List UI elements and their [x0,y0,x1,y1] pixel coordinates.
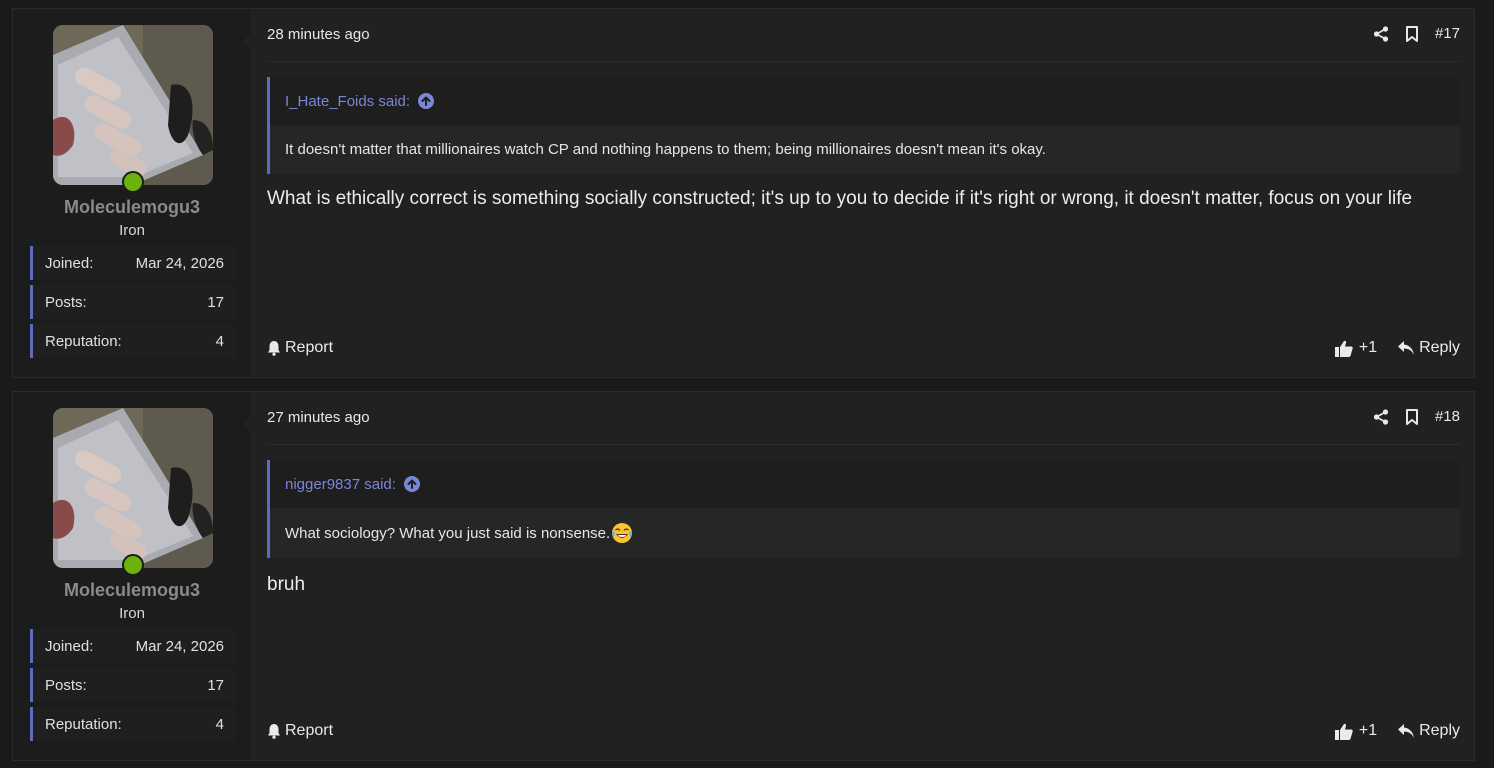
thumbs-up-icon [1334,723,1353,740]
stat-joined: Joined: Mar 24, 2026 [30,246,236,280]
stat-value: 17 [207,293,224,311]
stat-label: Reputation: [45,715,122,733]
stat-label: Posts: [45,676,87,694]
post-main: 27 minutes ago #18 nigger9837 said: What… [267,392,1460,760]
avatar[interactable] [53,408,213,568]
panel-arrow [243,414,253,434]
stat-reputation: Reputation: 4 [30,324,236,358]
reply-icon [1397,340,1415,356]
username[interactable]: Moleculemogu3 [13,580,251,601]
quote-content: It doesn't matter that millionaires watc… [285,141,1046,158]
post-message: What is ethically correct is something s… [267,188,1413,209]
quote-block: nigger9837 said: What sociology? What yo… [267,460,1460,558]
user-panel: Moleculemogu3 Iron Joined: Mar 24, 2026 … [13,9,253,377]
user-title: Iron [119,605,145,622]
share-icon[interactable] [1373,25,1389,42]
post: Moleculemogu3 Iron Joined: Mar 24, 2026 … [12,8,1475,378]
bell-icon [267,340,281,356]
stat-value: Mar 24, 2026 [135,254,224,272]
reply-label: Reply [1419,339,1460,356]
stat-posts: Posts: 17 [30,668,236,702]
divider [267,444,1460,445]
quote-text: It doesn't matter that millionaires watc… [270,125,1460,174]
divider [267,61,1460,62]
post-main: 28 minutes ago #17 I_Hate_Foids said: It… [267,9,1460,377]
stat-label: Reputation: [45,332,122,350]
like-button[interactable]: +1 [1334,722,1378,740]
post-footer: Report +1 Reply [267,720,1460,742]
username[interactable]: Moleculemogu3 [13,197,251,218]
reaction-count: +1 [1358,722,1378,739]
quote-header[interactable]: nigger9837 said: [270,460,1460,508]
thumbs-up-icon [1334,340,1353,357]
share-icon[interactable] [1373,408,1389,425]
post: Moleculemogu3 Iron Joined: Mar 24, 2026 … [12,391,1475,761]
bookmark-icon[interactable] [1405,408,1419,425]
stat-value: 4 [215,332,224,350]
like-button[interactable]: +1 [1334,339,1378,357]
stat-label: Joined: [45,254,94,272]
quote-header[interactable]: I_Hate_Foids said: [270,77,1460,125]
crying-laughing-emoji-icon [611,522,633,544]
quote-author[interactable]: I_Hate_Foids said: [285,93,410,110]
bell-icon [267,723,281,739]
thread: Moleculemogu3 Iron Joined: Mar 24, 2026 … [0,0,1494,768]
stat-posts: Posts: 17 [30,285,236,319]
user-panel: Moleculemogu3 Iron Joined: Mar 24, 2026 … [13,392,253,760]
footer-actions: +1 Reply [1334,722,1460,740]
user-title: Iron [119,222,145,239]
quote-author[interactable]: nigger9837 said: [285,476,396,493]
online-status-dot [122,171,144,193]
report-label: Report [285,722,334,739]
post-time[interactable]: 28 minutes ago [267,26,370,43]
report-button[interactable]: Report [267,722,333,740]
post-actions-top: #17 [1373,25,1460,42]
post-footer: Report +1 Reply [267,337,1460,359]
online-status-dot [122,554,144,576]
reply-label: Reply [1419,722,1460,739]
post-time[interactable]: 27 minutes ago [267,409,370,426]
post-message: bruh [267,574,306,595]
bookmark-icon[interactable] [1405,25,1419,42]
reply-button[interactable]: Reply [1397,722,1460,740]
quote-text: What sociology? What you just said is no… [270,508,1460,558]
stat-joined: Joined: Mar 24, 2026 [30,629,236,663]
post-number[interactable]: #18 [1435,408,1460,425]
panel-arrow [243,31,253,51]
post-number[interactable]: #17 [1435,25,1460,42]
reply-button[interactable]: Reply [1397,339,1460,357]
stat-label: Posts: [45,293,87,311]
avatar-container[interactable] [53,25,213,193]
reply-icon [1397,723,1415,739]
footer-actions: +1 Reply [1334,339,1460,357]
quote-block: I_Hate_Foids said: It doesn't matter tha… [267,77,1460,174]
avatar[interactable] [53,25,213,185]
arrow-up-circle-icon[interactable] [418,93,435,109]
reaction-count: +1 [1358,339,1378,356]
report-button[interactable]: Report [267,339,333,357]
stat-reputation: Reputation: 4 [30,707,236,741]
arrow-up-circle-icon[interactable] [403,476,420,492]
stat-value: Mar 24, 2026 [135,637,224,655]
avatar-container[interactable] [53,408,213,576]
stat-value: 17 [207,676,224,694]
quote-content: What sociology? What you just said is no… [285,524,611,542]
stat-label: Joined: [45,637,94,655]
report-label: Report [285,339,334,356]
post-actions-top: #18 [1373,408,1460,425]
stat-value: 4 [215,715,224,733]
